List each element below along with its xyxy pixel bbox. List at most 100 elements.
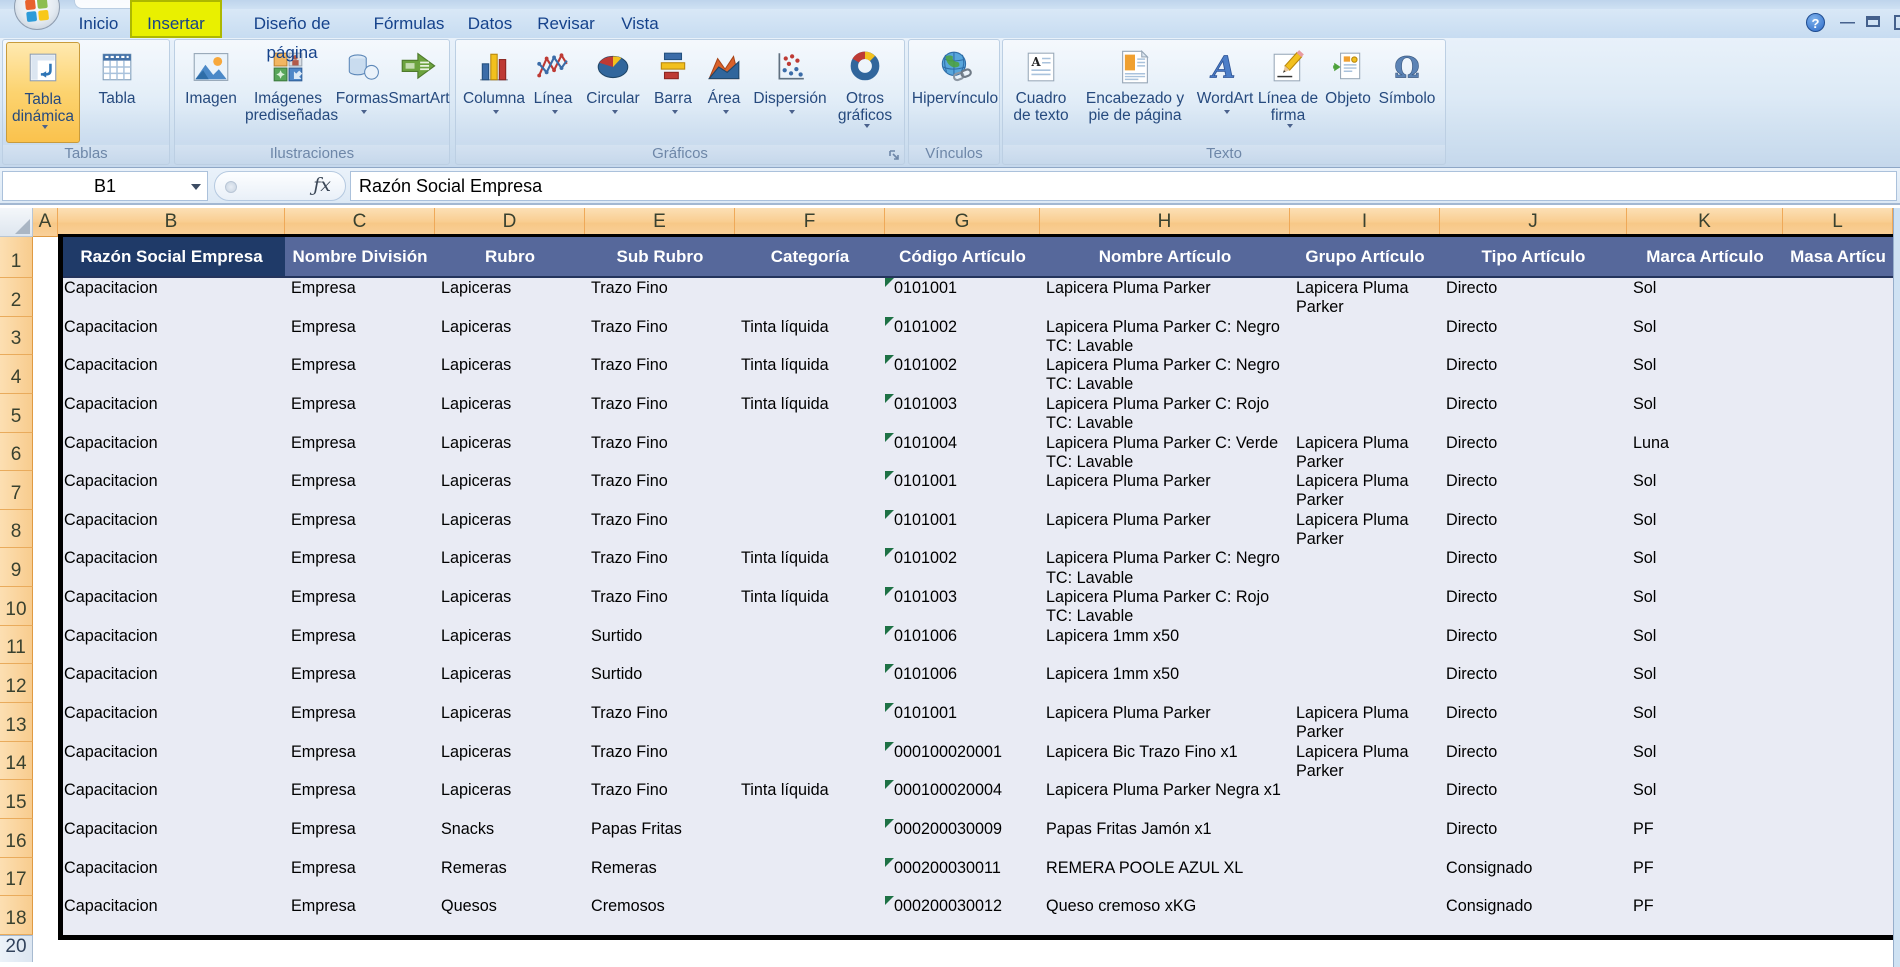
cell-B13[interactable]: Capacitacion: [58, 703, 285, 742]
cell-F13[interactable]: [735, 703, 885, 742]
cell-C10[interactable]: Empresa: [285, 587, 435, 626]
select-all-corner[interactable]: [0, 208, 33, 237]
restore-window-icon[interactable]: [1866, 16, 1880, 27]
cell-J16[interactable]: Directo: [1440, 818, 1627, 858]
cell-G15[interactable]: 000100020004: [885, 780, 1040, 819]
cell-F17[interactable]: [735, 857, 885, 897]
header-cell-H1[interactable]: Nombre Artículo: [1040, 237, 1290, 278]
vertical-scrollbar[interactable]: [1893, 208, 1900, 967]
cell-I7[interactable]: Lapicera Pluma Parker: [1290, 471, 1440, 510]
cell-I3[interactable]: [1290, 316, 1440, 356]
cell-D5[interactable]: Lapiceras: [435, 393, 585, 433]
pie-chart-button[interactable]: Circular: [580, 42, 646, 143]
row-header-18[interactable]: 18: [0, 896, 33, 935]
cell-I11[interactable]: [1290, 625, 1440, 665]
row-header-14[interactable]: 14: [0, 741, 33, 781]
cell-L9[interactable]: [1783, 548, 1893, 588]
tab-datos[interactable]: Datos: [460, 9, 520, 38]
cell-C13[interactable]: Empresa: [285, 703, 435, 742]
scatter-chart-button[interactable]: Dispersión: [752, 42, 828, 143]
cell-B17[interactable]: Capacitacion: [58, 857, 285, 897]
textbox-button[interactable]: A Cuadro de texto: [1008, 42, 1074, 143]
cell-F6[interactable]: [735, 432, 885, 472]
object-button[interactable]: Objeto: [1322, 42, 1374, 143]
insert-picture-button[interactable]: Imagen: [182, 42, 240, 143]
row-header-16[interactable]: 16: [0, 818, 33, 858]
cell-D12[interactable]: Lapiceras: [435, 664, 585, 704]
cell-D10[interactable]: Lapiceras: [435, 587, 585, 626]
cell-F14[interactable]: [735, 741, 885, 781]
cell-L11[interactable]: [1783, 625, 1893, 665]
cell-B10[interactable]: Capacitacion: [58, 587, 285, 626]
row-header-7[interactable]: 7: [0, 471, 33, 510]
name-box-dropdown-icon[interactable]: [191, 184, 201, 190]
row-header-11[interactable]: 11: [0, 625, 33, 665]
cell-K9[interactable]: Sol: [1627, 548, 1783, 588]
cell-J6[interactable]: Directo: [1440, 432, 1627, 472]
cell-J7[interactable]: Directo: [1440, 471, 1627, 510]
cell-I8[interactable]: Lapicera Pluma Parker: [1290, 509, 1440, 549]
row-header-3[interactable]: 3: [0, 316, 33, 356]
cell-F3[interactable]: Tinta líquida: [735, 316, 885, 356]
cell-K7[interactable]: Sol: [1627, 471, 1783, 510]
cell-G7[interactable]: 0101001: [885, 471, 1040, 510]
cell-G5[interactable]: 0101003: [885, 393, 1040, 433]
cell-B4[interactable]: Capacitacion: [58, 355, 285, 394]
cell-E6[interactable]: Trazo Fino: [585, 432, 735, 472]
cell-F11[interactable]: [735, 625, 885, 665]
tab-inicio[interactable]: Inicio: [70, 9, 127, 38]
hyperlink-button[interactable]: Hipervínculo: [912, 42, 998, 143]
cell-L8[interactable]: [1783, 509, 1893, 549]
cell-H15[interactable]: Lapicera Pluma Parker Negra x1: [1040, 780, 1290, 819]
cell-D6[interactable]: Lapiceras: [435, 432, 585, 472]
cell-C8[interactable]: Empresa: [285, 509, 435, 549]
cell-B2[interactable]: Capacitacion: [58, 278, 285, 317]
cell-G6[interactable]: 0101004: [885, 432, 1040, 472]
column-header-C[interactable]: C: [285, 208, 435, 237]
column-header-E[interactable]: E: [585, 208, 735, 237]
cell-K3[interactable]: Sol: [1627, 316, 1783, 356]
cell-D4[interactable]: Lapiceras: [435, 355, 585, 394]
cell-F9[interactable]: Tinta líquida: [735, 548, 885, 588]
cell-B11[interactable]: Capacitacion: [58, 625, 285, 665]
column-header-D[interactable]: D: [435, 208, 585, 237]
cell-H16[interactable]: Papas Fritas Jamón x1: [1040, 818, 1290, 858]
smartart-button[interactable]: SmartArt: [388, 42, 450, 143]
cell-K18[interactable]: PF: [1627, 896, 1783, 935]
cell-D9[interactable]: Lapiceras: [435, 548, 585, 588]
cell-G8[interactable]: 0101001: [885, 509, 1040, 549]
cell-K16[interactable]: PF: [1627, 818, 1783, 858]
cell-G12[interactable]: 0101006: [885, 664, 1040, 704]
cell-H17[interactable]: REMERA POOLE AZUL XL: [1040, 857, 1290, 897]
column-chart-button[interactable]: Columna: [462, 42, 526, 143]
cell-E7[interactable]: Trazo Fino: [585, 471, 735, 510]
column-header-H[interactable]: H: [1040, 208, 1290, 237]
cell-F7[interactable]: [735, 471, 885, 510]
header-cell-G1[interactable]: Código Artículo: [885, 237, 1040, 278]
cell-E18[interactable]: Cremosos: [585, 896, 735, 935]
cell-C11[interactable]: Empresa: [285, 625, 435, 665]
help-icon[interactable]: ?: [1806, 13, 1825, 32]
cell-K5[interactable]: Sol: [1627, 393, 1783, 433]
close-icon[interactable]: [1894, 15, 1900, 30]
cell-L3[interactable]: [1783, 316, 1893, 356]
row-header-8[interactable]: 8: [0, 509, 33, 549]
cell-G9[interactable]: 0101002: [885, 548, 1040, 588]
cell-A17[interactable]: [33, 857, 58, 897]
cell-D2[interactable]: Lapiceras: [435, 278, 585, 317]
cell-I18[interactable]: [1290, 896, 1440, 935]
cell-A16[interactable]: [33, 818, 58, 858]
row-header-20[interactable]: 20: [0, 934, 33, 962]
cell-C9[interactable]: Empresa: [285, 548, 435, 588]
cell-I12[interactable]: [1290, 664, 1440, 704]
cell-B12[interactable]: Capacitacion: [58, 664, 285, 704]
cell-A1[interactable]: [33, 237, 58, 278]
cell-H10[interactable]: Lapicera Pluma Parker C: Rojo TC: Lavabl…: [1040, 587, 1290, 626]
cell-F12[interactable]: [735, 664, 885, 704]
row-header-5[interactable]: 5: [0, 393, 33, 433]
cell-E12[interactable]: Surtido: [585, 664, 735, 704]
header-cell-E1[interactable]: Sub Rubro: [585, 237, 735, 278]
cell-H13[interactable]: Lapicera Pluma Parker: [1040, 703, 1290, 742]
cell-E5[interactable]: Trazo Fino: [585, 393, 735, 433]
cell-J17[interactable]: Consignado: [1440, 857, 1627, 897]
